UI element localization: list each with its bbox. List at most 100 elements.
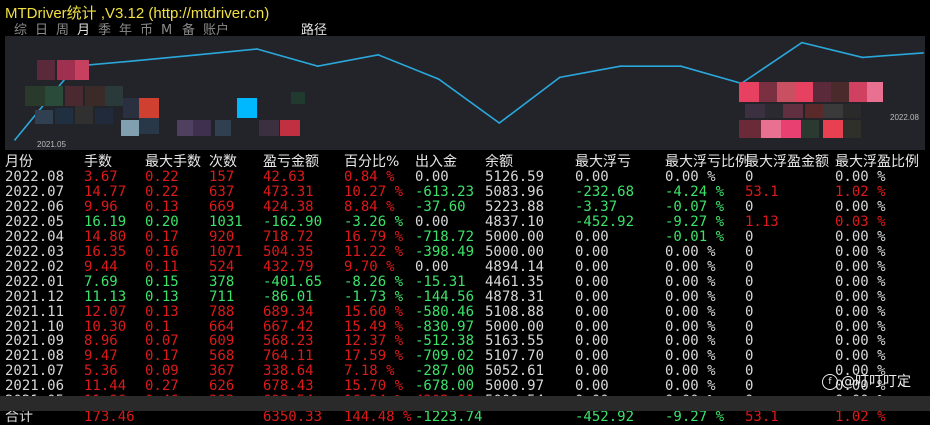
table-row[interactable]: 2022.04 14.80 0.17 920 718.72 16.79 % -718.72 5… (5, 228, 925, 245)
blurred-region (85, 86, 105, 106)
cell-pnl: 689.34 (263, 303, 314, 320)
cell-max-float-loss: 0.00 (575, 273, 609, 290)
cell-max-float-loss-pct: -9.27 % (665, 213, 725, 230)
cell-deposit: -144.56 (415, 288, 475, 305)
cell-max-float-loss-pct: 0.00 % (665, 363, 716, 380)
cell-lots: 11.44 (84, 378, 127, 395)
cell-max-float-profit: 0 (745, 169, 754, 185)
blurred-region (843, 104, 861, 118)
cell-count: 788 (209, 303, 235, 320)
cell-lots: 9.47 (84, 348, 118, 365)
cell-balance: 5126.59 (485, 169, 545, 185)
cell-max-float-profit-pct: 0.00 % (835, 303, 886, 320)
table-row[interactable]: 2022.02 9.44 0.11 524 432.79 9.70 % 0.00 4894.1… (5, 258, 925, 275)
header-deposit[interactable]: 出入金 (415, 155, 457, 170)
header-max-lots[interactable]: 最大手数 (145, 155, 201, 170)
cell-lots: 12.07 (84, 303, 127, 320)
table-row[interactable]: 2021.10 10.30 0.1 664 667.42 15.49 % -830.97 50… (5, 318, 925, 335)
balance-chart: 2021.05 2022.08 (5, 36, 925, 150)
table-row[interactable]: 2022.01 7.69 0.15 378 -401.65 -8.26 % -15.31 44… (5, 273, 925, 290)
cell-deposit: 0.00 (415, 213, 449, 230)
cell-max-float-profit: 0 (745, 303, 754, 320)
table-row[interactable]: 2022.08 3.67 0.22 157 42.63 0.84 % 0.00 5126.59… (5, 170, 925, 185)
cell-pnl: -162.90 (263, 213, 323, 230)
cell-deposit: 0.00 (415, 169, 449, 185)
header-percent[interactable]: 百分比% (344, 155, 399, 170)
table-row[interactable]: 2021.07 5.36 0.09 367 338.64 7.18 % -287.00 505… (5, 364, 925, 379)
balance-point-14 (861, 56, 864, 59)
cell-pnl: 338.64 (263, 363, 314, 380)
header-count[interactable]: 次数 (209, 155, 237, 170)
cell-count: 920 (209, 228, 235, 245)
cell-max-float-profit-pct: 0.00 % (835, 318, 886, 335)
total-lots: 173.46 (84, 409, 135, 425)
cell-lots: 3.67 (84, 169, 118, 185)
header-max-float-loss[interactable]: 最大浮亏 (575, 155, 631, 170)
cell-month: 2022.03 (5, 243, 65, 260)
blurred-region (121, 120, 139, 136)
cell-max-float-loss: 0.00 (575, 348, 609, 365)
header-lots[interactable]: 手数 (84, 155, 112, 170)
cell-percent: 16.79 % (344, 228, 404, 245)
header-max-float-loss-pct[interactable]: 最大浮亏比例 (665, 155, 749, 170)
cell-max-float-loss: -3.37 (575, 198, 618, 215)
cell-balance: 5000.00 (485, 243, 545, 260)
cell-balance: 5000.00 (485, 318, 545, 335)
table-row[interactable]: 2022.05 16.19 0.20 1031 -162.90 -3.26 % 0.00 48… (5, 213, 925, 230)
table-row[interactable]: 2022.06 9.96 0.13 669 424.38 8.84 % -37.60 5223… (5, 198, 925, 215)
balance-point-15 (922, 52, 924, 54)
table-row[interactable]: 2021.12 11.13 0.13 711 -86.01 -1.73 % -144.56 4… (5, 288, 925, 305)
cell-count: 664 (209, 318, 235, 335)
cell-deposit: -580.46 (415, 303, 475, 320)
cell-month: 2022.01 (5, 273, 65, 290)
cell-lots: 9.96 (84, 198, 118, 215)
cell-max-float-profit: 0 (745, 228, 754, 245)
cell-max-float-profit: 0 (745, 363, 754, 380)
cell-max-float-loss-pct: -4.24 % (665, 183, 725, 200)
table-row[interactable]: 2021.06 11.44 0.27 626 678.43 15.70 % -678.00 5… (5, 379, 925, 394)
blurred-region (849, 82, 867, 102)
cell-max-float-profit: 0 (745, 258, 754, 275)
cell-percent: 10.27 % (344, 183, 404, 200)
table-row[interactable]: 2021.09 8.96 0.07 609 568.23 12.37 % -512.38 51… (5, 334, 925, 349)
cell-max-float-loss: 0.00 (575, 318, 609, 335)
cell-count: 1031 (209, 213, 243, 230)
blurred-region (843, 120, 861, 138)
cell-max-float-loss-pct: 0.00 % (665, 243, 716, 260)
cell-month: 2022.02 (5, 258, 65, 275)
cell-max-lots: 0.15 (145, 273, 179, 290)
total-month: 合计 (5, 409, 33, 425)
table-row[interactable]: 2022.03 16.35 0.16 1071 504.35 11.22 % -398.49… (5, 243, 925, 260)
header-max-float-profit[interactable]: 最大浮盈金额 (745, 155, 829, 170)
balance-point-8 (498, 122, 501, 124)
header-balance[interactable]: 余额 (485, 155, 513, 170)
header-pnl[interactable]: 盈亏金额 (263, 155, 319, 170)
total-max-float-loss: -452.92 (575, 409, 635, 425)
cell-max-float-profit-pct: 0.03 % (835, 213, 886, 230)
cell-max-float-profit-pct: 0.00 % (835, 348, 886, 365)
blurred-region (823, 120, 843, 138)
table-row[interactable]: 2021.11 12.07 0.13 788 689.34 15.60 % -580.46 5… (5, 303, 925, 320)
cell-max-float-loss: -452.92 (575, 213, 635, 230)
cell-max-float-loss: 0.00 (575, 169, 609, 185)
blurred-region (215, 120, 231, 136)
blurred-region (75, 60, 89, 80)
header-max-float-profit-pct[interactable]: 最大浮盈比例 (835, 155, 919, 170)
cell-max-lots: 0.1 (145, 318, 171, 335)
cell-deposit: -709.02 (415, 348, 475, 365)
cell-count: 711 (209, 288, 235, 305)
cell-percent: 15.70 % (344, 378, 404, 395)
table-row[interactable]: 2022.07 14.77 0.22 637 473.31 10.27 % -613.23 5… (5, 183, 925, 200)
cell-month: 2022.06 (5, 198, 65, 215)
cell-deposit: -15.31 (415, 273, 466, 290)
cell-pnl: 432.79 (263, 258, 314, 275)
cell-max-float-profit-pct: 0.00 % (835, 228, 886, 245)
chart-start-date: 2021.05 (37, 140, 66, 149)
table-row[interactable]: 2021.08 9.47 0.17 568 764.11 17.59 % -709.02 51… (5, 349, 925, 364)
cell-count: 637 (209, 183, 235, 200)
cell-balance: 5223.88 (485, 198, 545, 215)
blurred-region (177, 120, 193, 136)
blurred-region (831, 82, 849, 102)
blurred-region (280, 120, 300, 136)
header-month[interactable]: 月份 (5, 155, 33, 170)
